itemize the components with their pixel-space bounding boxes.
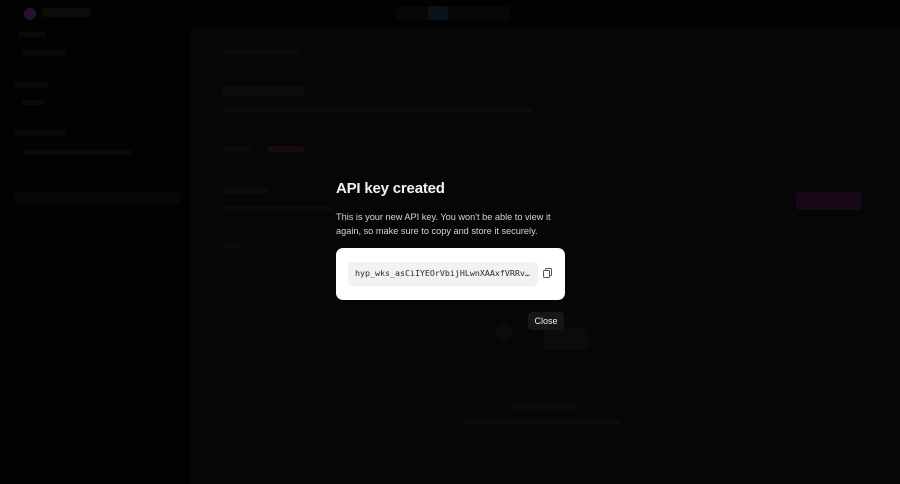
api-key-card: hyp_wks_asCiIYEOrVbijHLwnXAAxfVRRvJ2Kq xyxy=(336,248,565,300)
dialog-title: API key created xyxy=(336,180,445,197)
close-button[interactable]: Close xyxy=(528,312,564,330)
api-key-field[interactable]: hyp_wks_asCiIYEOrVbijHLwnXAAxfVRRvJ2Kq xyxy=(348,262,538,286)
api-key-value[interactable]: hyp_wks_asCiIYEOrVbijHLwnXAAxfVRRvJ2Kq xyxy=(355,268,531,278)
modal-overlay xyxy=(0,0,900,484)
copy-icon[interactable] xyxy=(541,266,555,280)
dialog-description: This is your new API key. You won't be a… xyxy=(336,212,551,236)
